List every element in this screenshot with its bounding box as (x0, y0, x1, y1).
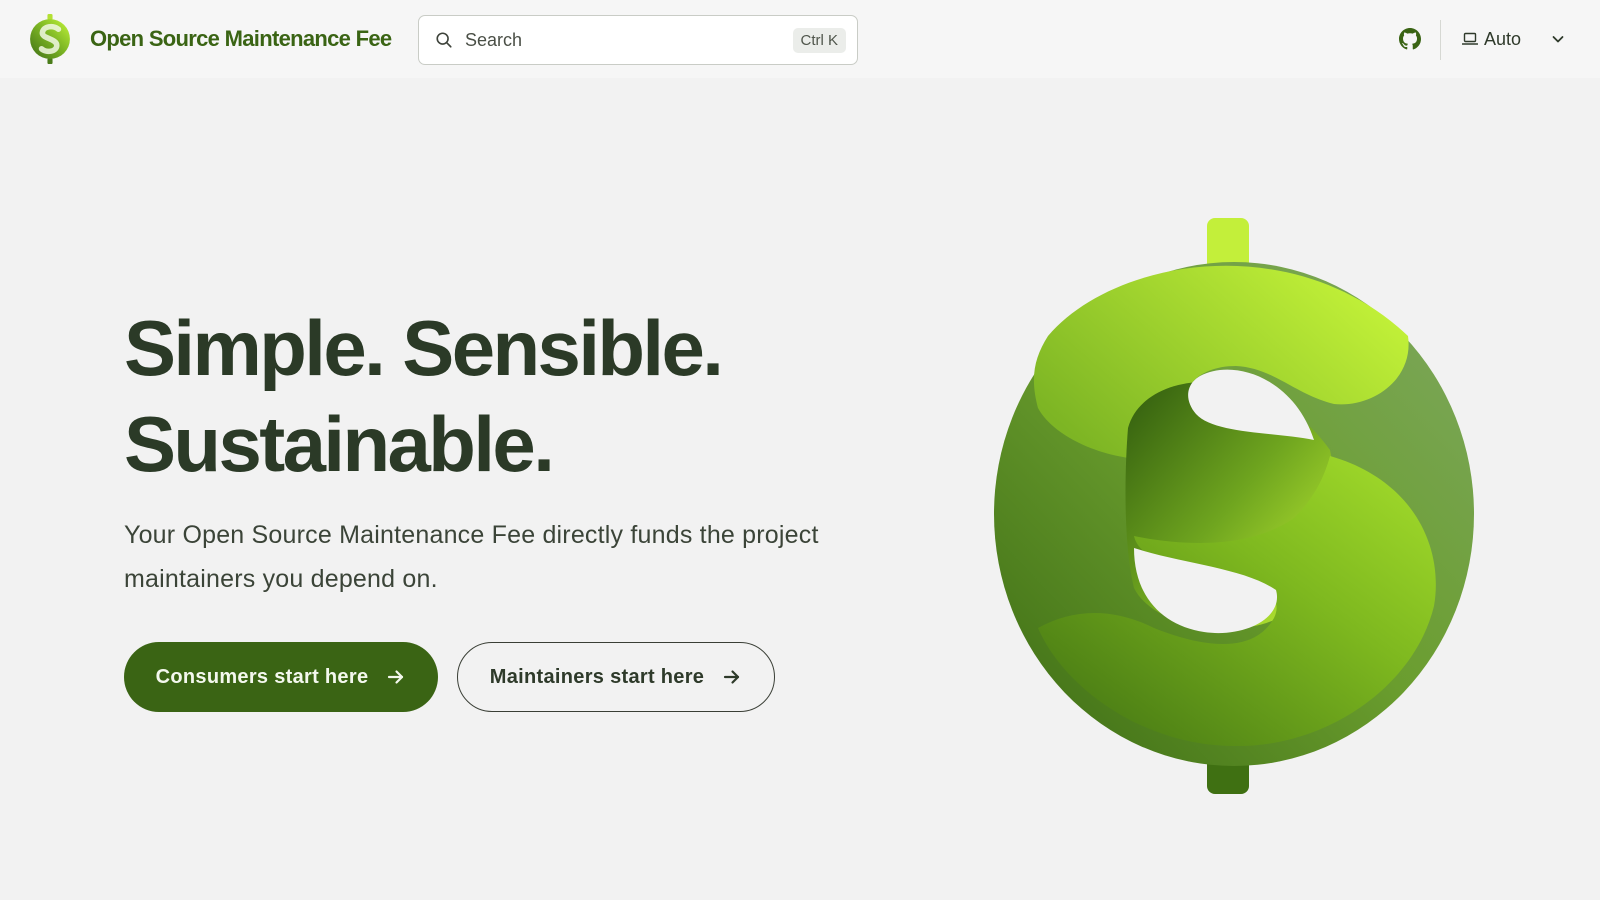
theme-label: Auto (1484, 28, 1522, 49)
search-placeholder: Search (465, 29, 523, 50)
arrow-right-icon (724, 670, 740, 684)
consumers-start-button[interactable]: Consumers start here (124, 642, 438, 712)
brand-title: Open Source Maintenance Fee (90, 26, 392, 51)
brand-home-link[interactable]: Open Source Maintenance Fee (28, 14, 392, 64)
search-box[interactable]: Search Ctrl K (418, 15, 858, 65)
hero-title-line-2: Sustainable. (124, 400, 555, 488)
dollar-logo-icon (30, 14, 70, 64)
maintainers-start-label: Maintainers start here (489, 665, 705, 688)
hero-title-line-1: Simple. Sensible. (124, 304, 724, 392)
consumers-start-label: Consumers start here (155, 665, 369, 688)
github-icon[interactable] (1399, 28, 1421, 50)
header-divider (1440, 20, 1441, 60)
dollar-logo-illustration-icon (994, 218, 1474, 794)
hero-subtitle: Your Open Source Maintenance Fee directl… (124, 521, 819, 593)
theme-selector[interactable]: Auto (1462, 24, 1521, 54)
hero-title: Simple. Sensible. Sustainable. (124, 300, 884, 492)
search-shortcut-badge: Ctrl K (792, 27, 846, 53)
top-navbar: Open Source Maintenance Fee Search Ctrl … (0, 0, 1600, 78)
search-icon (436, 32, 452, 48)
arrow-right-icon (388, 670, 404, 684)
laptop-icon (1462, 32, 1478, 45)
maintainers-start-button[interactable]: Maintainers start here (457, 642, 775, 712)
chevron-down-icon[interactable] (1551, 32, 1565, 46)
